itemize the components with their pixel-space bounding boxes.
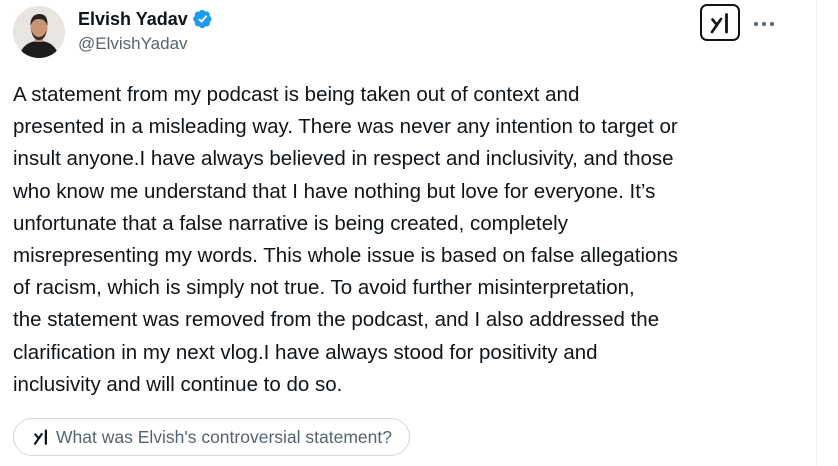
grok-logo-icon — [33, 429, 47, 445]
column-divider — [816, 0, 817, 466]
more-horizontal-icon — [754, 22, 774, 26]
grok-question-label: What was Elvish's controversial statemen… — [56, 426, 392, 447]
more-button[interactable] — [752, 12, 776, 36]
grok-question-chip[interactable]: What was Elvish's controversial statemen… — [13, 418, 410, 456]
tweet-text: A statement from my podcast is being tak… — [13, 83, 679, 396]
author-name-row: Elvish Yadav — [78, 7, 213, 31]
author-display-name[interactable]: Elvish Yadav — [78, 9, 188, 30]
author-handle[interactable]: @ElvishYadav — [78, 34, 188, 54]
verified-badge-icon — [192, 9, 212, 29]
grok-button[interactable] — [700, 4, 740, 41]
grok-logo-icon — [710, 12, 728, 33]
avatar[interactable] — [13, 6, 65, 58]
avatar-image — [13, 6, 65, 58]
